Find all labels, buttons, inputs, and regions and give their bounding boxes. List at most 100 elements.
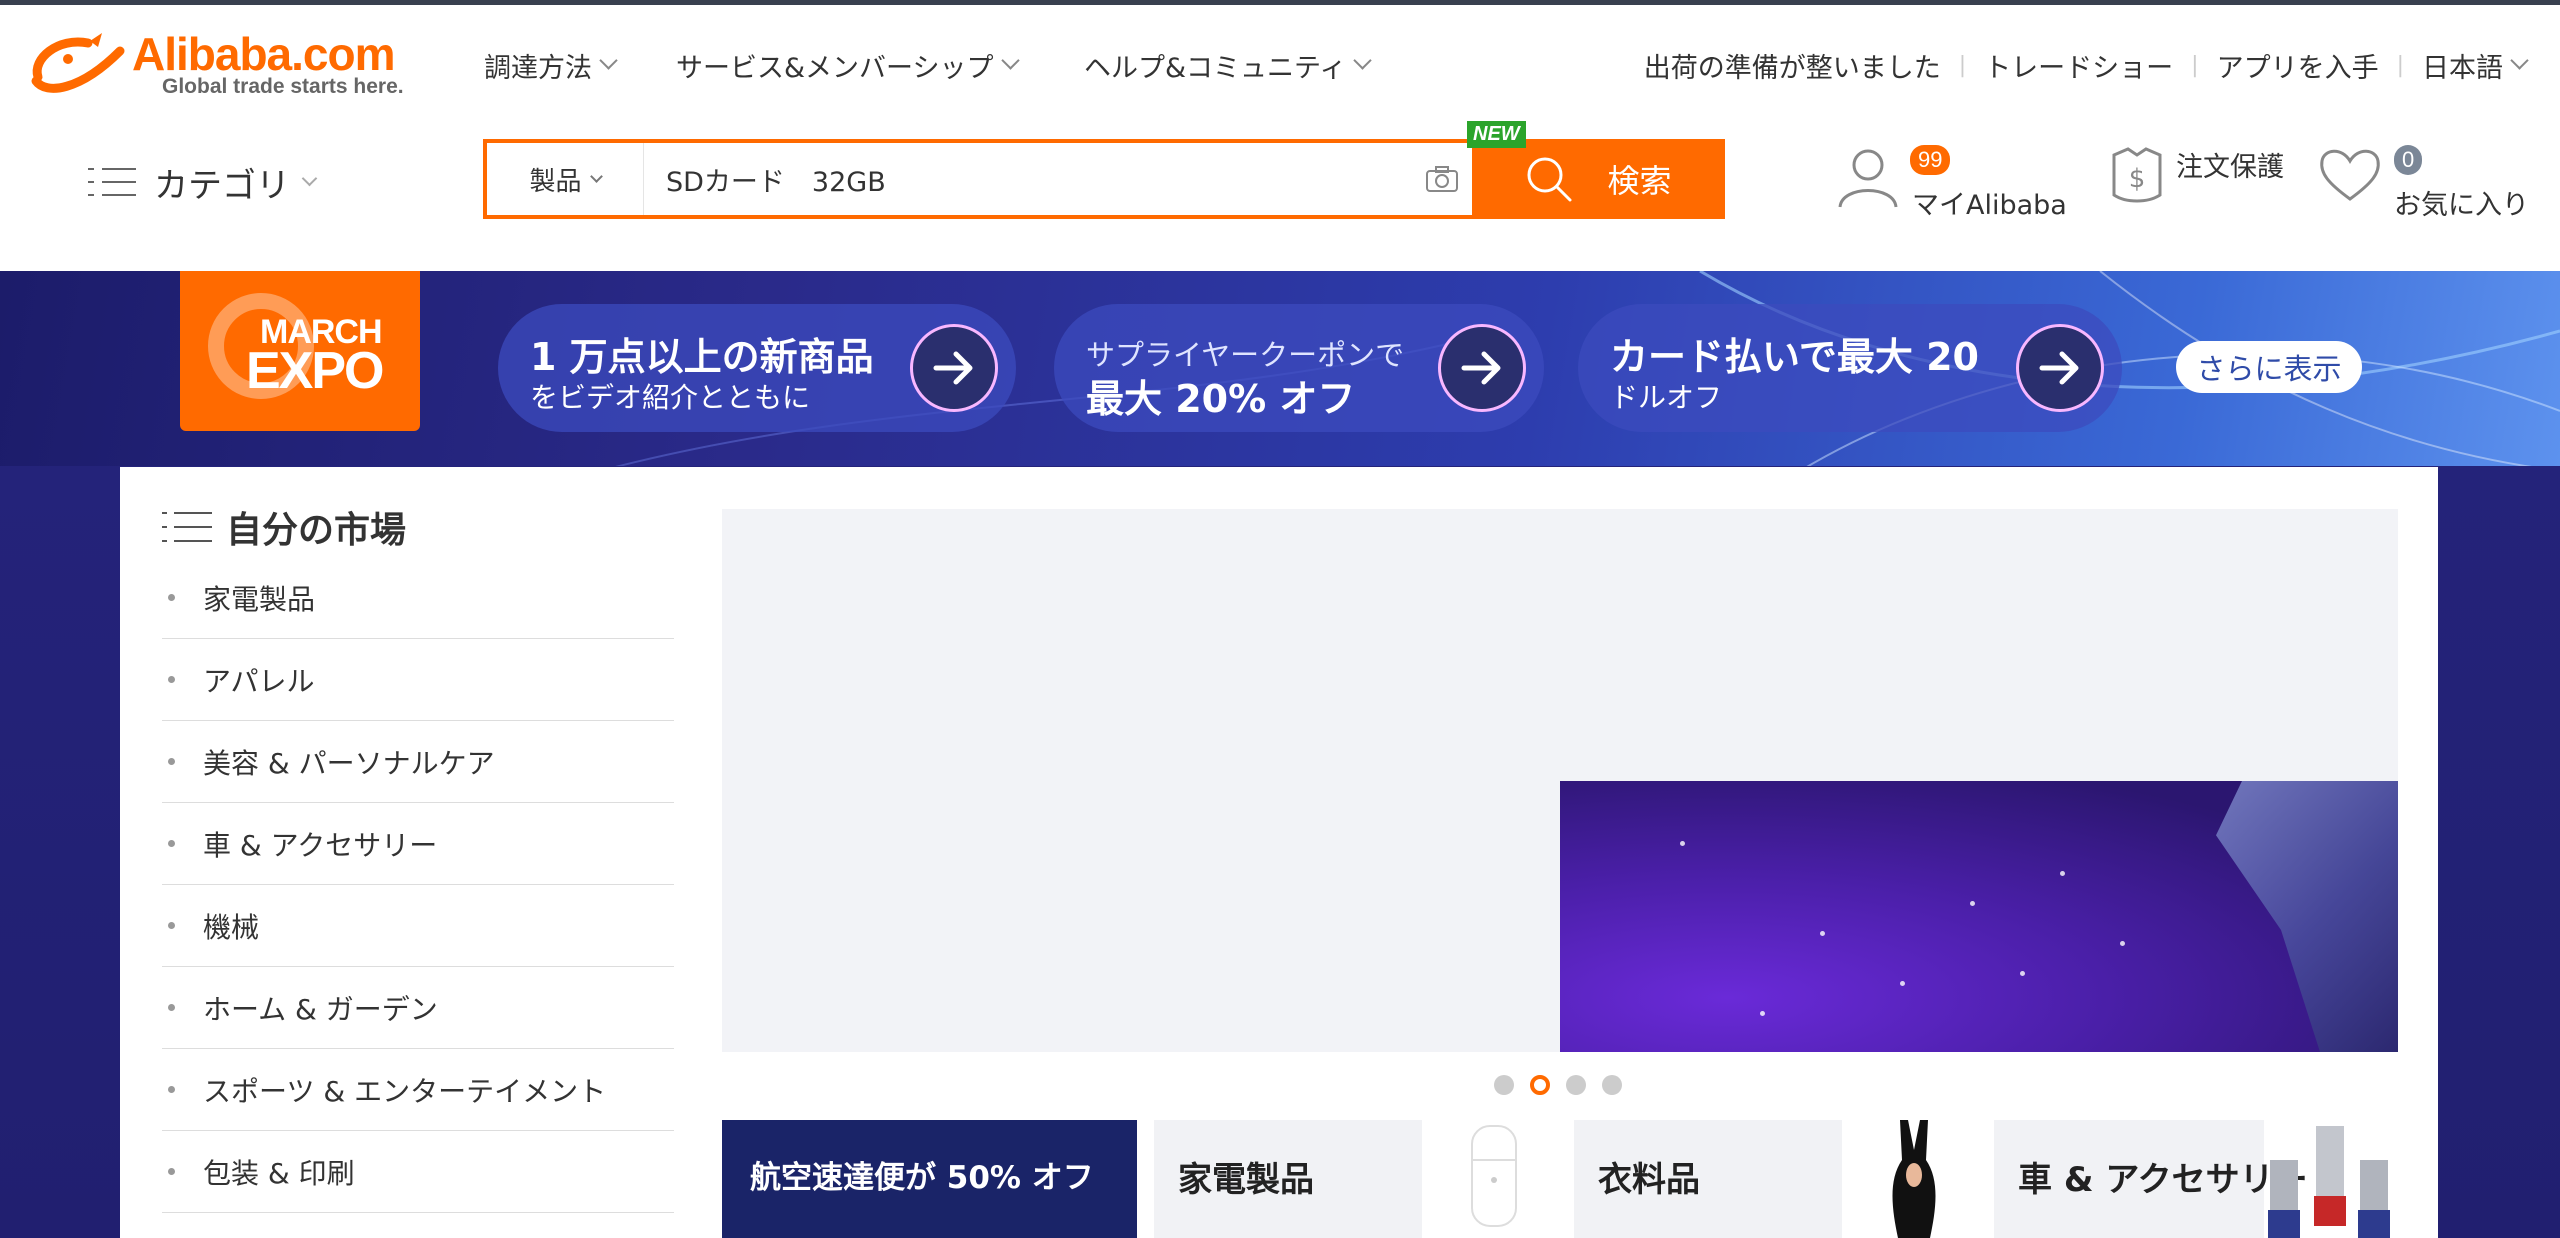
carousel-dot-1[interactable] <box>1494 1075 1514 1095</box>
separator: | <box>2396 52 2404 78</box>
search-bar: 製品 NEW 検索 <box>483 121 1725 219</box>
new-badge: NEW <box>1467 121 1526 148</box>
trade-show-link[interactable]: トレードショー <box>1984 46 2173 85</box>
list-icon <box>162 512 212 542</box>
chevron-down-icon <box>301 170 318 186</box>
carousel-slide-image <box>1560 781 2398 1052</box>
search-button-label: 検索 <box>1607 162 1672 200</box>
search-icon <box>1527 157 1572 202</box>
sparkle <box>2120 941 2125 946</box>
market-item-beauty[interactable]: 美容 & パーソナルケア <box>162 721 674 803</box>
arrow-right-icon <box>2016 324 2104 412</box>
categories-menu[interactable]: カテゴリ <box>88 157 318 207</box>
nav-services[interactable]: サービス&メンバーシップ <box>676 45 1020 85</box>
earbuds-image <box>1471 1125 1517 1227</box>
carousel-dot-2[interactable] <box>1530 1075 1550 1095</box>
promo-new-products[interactable]: 1 万点以上の新商品 をビデオ紹介とともに <box>498 304 1016 432</box>
market-item-machinery[interactable]: 機械 <box>162 885 674 967</box>
order-protection-link[interactable]: $ 注文保護 <box>2108 145 2284 225</box>
sparkle <box>2060 871 2065 876</box>
market-item-label: 車 & アクセサリー <box>203 828 438 862</box>
language-selector[interactable]: 日本語 <box>2422 46 2503 85</box>
bullet <box>168 840 175 847</box>
bullet <box>168 1168 175 1175</box>
chevron-down-icon <box>589 169 603 183</box>
sparkle <box>1760 1011 1765 1016</box>
my-alibaba-link[interactable]: 99 マイAlibaba <box>1836 145 2067 225</box>
tile-vehicles[interactable]: 車 & アクセサリー <box>1994 1120 2308 1238</box>
market-item-sports[interactable]: スポーツ & エンターテイメント <box>162 1049 674 1131</box>
market-item-label: 包装 & 印刷 <box>203 1156 355 1190</box>
camera-icon[interactable] <box>1412 143 1472 215</box>
alibaba-smile-icon <box>31 33 125 93</box>
favorites-count-badge: 0 <box>2394 145 2423 175</box>
chevron-down-icon <box>2510 50 2529 70</box>
my-market-header: 自分の市場 <box>162 501 406 553</box>
sparkle <box>1970 901 1975 906</box>
bullet <box>168 1086 175 1093</box>
my-alibaba-label: マイAlibaba <box>1912 190 2067 221</box>
swimsuit-image <box>1892 1120 1936 1238</box>
heart-icon <box>2320 149 2380 201</box>
market-item-home-garden[interactable]: ホーム & ガーデン <box>162 967 674 1049</box>
market-item-label: 美容 & パーソナルケア <box>203 746 495 780</box>
carousel-pagination <box>1494 1075 1622 1095</box>
chevron-down-icon <box>599 50 618 70</box>
arrow-right-icon <box>1438 324 1526 412</box>
get-app-link[interactable]: アプリを入手 <box>2217 46 2379 85</box>
carousel-dot-3[interactable] <box>1566 1075 1586 1095</box>
sparkle <box>2020 971 2025 976</box>
promo-card-payment[interactable]: カード払いで最大 20 ドルオフ <box>1578 304 2122 432</box>
favorites-link[interactable]: 0 お気に入り <box>2318 145 2529 225</box>
messages-count-badge: 99 <box>1910 145 1951 175</box>
nav-sourcing[interactable]: 調達方法 <box>484 45 618 85</box>
promo-coupon-subtitle: 最大 20% オフ <box>1086 377 1356 421</box>
user-icon <box>1838 149 1898 208</box>
chevron-down-icon <box>1353 50 1373 70</box>
market-item-electronics[interactable]: 家電製品 <box>162 557 674 639</box>
market-item-apparel[interactable]: アパレル <box>162 639 674 721</box>
separator: | <box>2191 52 2199 78</box>
carousel-dot-4[interactable] <box>1602 1075 1622 1095</box>
slide-graphic <box>2216 781 2398 1052</box>
market-item-packaging[interactable]: 包装 & 印刷 <box>162 1131 674 1213</box>
market-item-label: 家電製品 <box>203 582 316 616</box>
sparkle <box>1900 981 1905 986</box>
hero-carousel[interactable] <box>722 509 2398 1052</box>
market-item-vehicles[interactable]: 車 & アクセサリー <box>162 803 674 885</box>
search-input[interactable] <box>644 143 1412 215</box>
nav-help[interactable]: ヘルプ&コミュニティ <box>1084 45 1373 85</box>
march-expo-badge[interactable]: MARCH EXPO <box>180 271 420 431</box>
promo-supplier-coupon[interactable]: サプライヤークーポンで 最大 20% オフ <box>1054 304 1544 432</box>
sparkle <box>1820 931 1825 936</box>
search-type-label: 製品 <box>529 166 582 197</box>
search-type-dropdown[interactable]: 製品 <box>487 143 644 215</box>
shield-dollar-icon: $ <box>2112 147 2162 203</box>
logo-wordmark: Alibaba.com <box>132 28 396 80</box>
expo-line2: EXPO <box>246 342 384 400</box>
svg-text:$: $ <box>2129 164 2146 194</box>
sparkle <box>1680 841 1685 846</box>
show-more-button[interactable]: さらに表示 <box>2176 341 2362 393</box>
separator: | <box>1958 52 1967 78</box>
search-button[interactable]: 検索 <box>1472 139 1725 219</box>
tile-apparel[interactable]: 衣料品 <box>1574 1120 1842 1238</box>
market-item-label: スポーツ & エンターテイメント <box>203 1074 607 1108</box>
arrow-right-icon <box>910 324 998 412</box>
chevron-down-icon <box>1000 50 1020 70</box>
site-header: Alibaba.com Global trade starts here. 調達… <box>0 5 2560 271</box>
order-protection-label: 注文保護 <box>2176 152 2284 183</box>
bullet <box>168 922 175 929</box>
market-item-label: 機械 <box>203 910 260 944</box>
my-market-title: 自分の市場 <box>226 510 407 551</box>
tile-electronics[interactable]: 家電製品 <box>1154 1120 1422 1238</box>
nav-help-label: ヘルプ&コミュニティ <box>1084 52 1347 84</box>
market-item-label: ホーム & ガーデン <box>203 992 438 1026</box>
market-item-label: アパレル <box>203 664 315 698</box>
header-links: 出荷の準備が整いました | トレードショー | アプリを入手 | 日本語 <box>1644 45 2529 85</box>
main-panel: 自分の市場 家電製品 アパレル 美容 & パーソナルケア 車 & アクセサリー … <box>120 467 2438 1238</box>
ready-to-ship-link[interactable]: 出荷の準備が整いました <box>1644 46 1941 85</box>
alibaba-logo[interactable]: Alibaba.com Global trade starts here. <box>28 28 418 109</box>
bullet <box>168 1004 175 1011</box>
tile-air-express[interactable]: 航空速達便が 50% オフ <box>722 1120 1137 1238</box>
